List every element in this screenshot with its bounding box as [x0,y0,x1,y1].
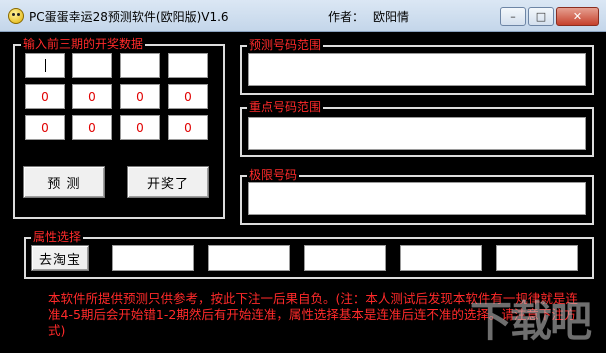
predict-button[interactable]: 预 测 [23,166,105,198]
attribute-box[interactable] [496,245,578,271]
input-group-title: 输入前三期的开奖数据 [21,37,146,51]
predict-range-field[interactable] [248,53,586,86]
maximize-icon: □ [535,10,547,23]
author-label: 作者： [328,10,365,24]
close-button[interactable]: ✕ [556,7,599,26]
key-range-title: 重点号码范围 [247,100,324,114]
input-cell[interactable]: 0 [25,115,65,140]
predict-range-title: 预测号码范围 [247,38,324,52]
limit-numbers-field[interactable] [248,182,586,215]
attribute-box[interactable] [208,245,290,271]
input-cell[interactable]: 0 [72,84,112,109]
input-cell[interactable] [25,53,65,78]
input-cell[interactable]: 0 [120,115,160,140]
minimize-icon: – [510,10,516,23]
draw-button[interactable]: 开奖了 [127,166,209,198]
title-bar: PC蛋蛋幸运28预测软件(欧阳版)V1.6 作者： 欧阳情 – □ ✕ [0,0,606,32]
input-cell[interactable]: 0 [168,115,208,140]
input-cell[interactable]: 0 [168,84,208,109]
input-cell[interactable] [120,53,160,78]
watermark-logo: 下载吧 [470,297,592,346]
window-title: PC蛋蛋幸运28预测软件(欧阳版)V1.6 [29,10,229,24]
limit-numbers-title: 极限号码 [247,168,300,182]
key-range-field[interactable] [248,117,586,150]
close-icon: ✕ [572,10,583,23]
attribute-group-title: 属性选择 [31,230,84,244]
input-cell[interactable]: 0 [120,84,160,109]
attribute-box[interactable] [400,245,482,271]
attribute-box[interactable] [304,245,386,271]
input-cell[interactable]: 0 [72,115,112,140]
app-icon [8,8,24,24]
input-cell[interactable]: 0 [25,84,65,109]
input-cell[interactable] [168,53,208,78]
author-name: 欧阳情 [373,10,410,24]
maximize-button[interactable]: □ [528,7,554,26]
minimize-button[interactable]: – [500,7,526,26]
taobao-button[interactable]: 去淘宝 [31,245,89,271]
input-cell[interactable] [72,53,112,78]
attribute-box[interactable] [112,245,194,271]
